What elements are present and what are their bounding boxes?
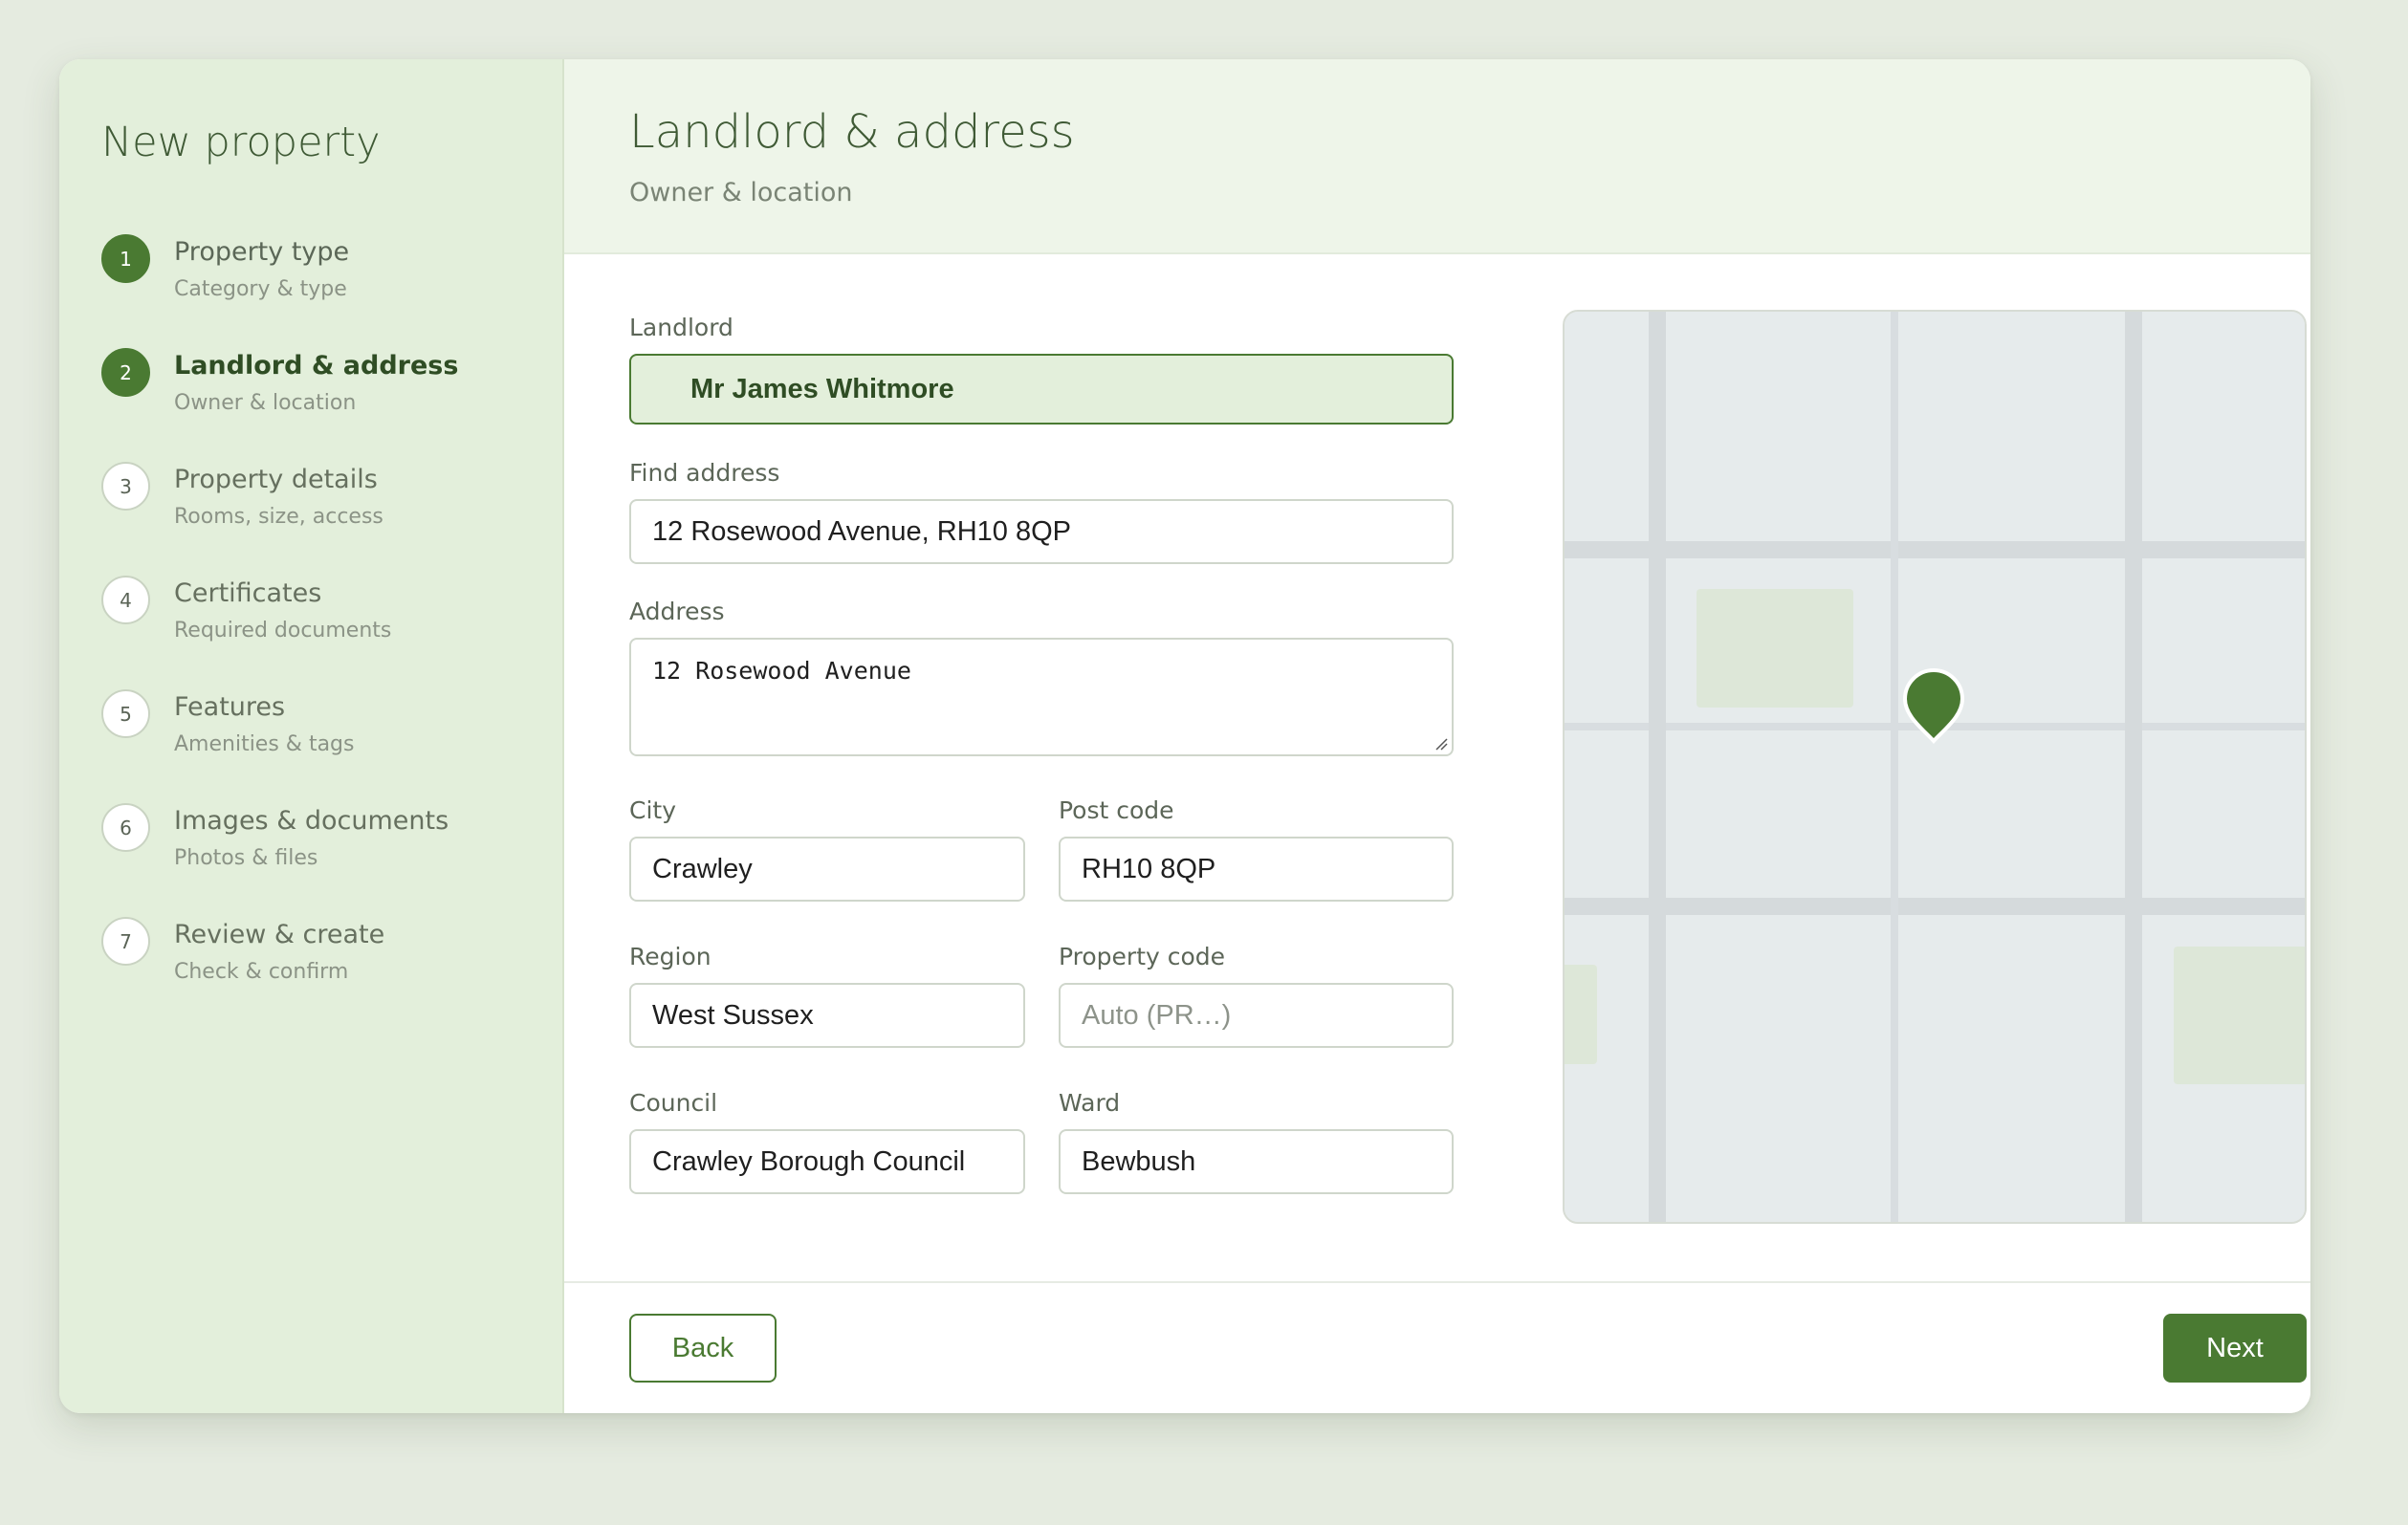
step-title: Property type bbox=[174, 237, 350, 267]
landlord-select[interactable]: Mr James Whitmore bbox=[629, 354, 1454, 425]
region-label: Region bbox=[629, 943, 711, 970]
step-title: Landlord & address bbox=[174, 351, 459, 381]
step-title: Features bbox=[174, 692, 286, 722]
step-features[interactable]: 5 Features Amenities & tags bbox=[101, 688, 551, 784]
map-park bbox=[1697, 589, 1853, 708]
find-address-label: Find address bbox=[629, 459, 780, 487]
address-text: 12 Rosewood Avenue bbox=[652, 657, 911, 685]
page-header: Landlord & address Owner & location bbox=[564, 59, 2310, 254]
step-number: 3 bbox=[101, 462, 150, 511]
step-number: 1 bbox=[101, 234, 150, 283]
step-title: Images & documents bbox=[174, 806, 449, 836]
page-subtitle: Owner & location bbox=[629, 178, 853, 207]
step-property-type[interactable]: 1 Property type Category & type bbox=[101, 233, 551, 329]
step-subtitle: Photos & files bbox=[174, 846, 318, 870]
landlord-label: Landlord bbox=[629, 314, 733, 341]
map-road bbox=[1565, 898, 2305, 915]
property-code-label: Property code bbox=[1059, 943, 1226, 970]
find-address-input[interactable]: 12 Rosewood Avenue, RH10 8QP bbox=[629, 499, 1454, 564]
main-panel: Landlord & address Owner & location Land… bbox=[564, 59, 2310, 1413]
step-property-details[interactable]: 3 Property details Rooms, size, access bbox=[101, 461, 551, 556]
address-textarea[interactable]: 12 Rosewood Avenue bbox=[629, 638, 1454, 756]
map-road bbox=[2125, 312, 2142, 1222]
step-subtitle: Required documents bbox=[174, 619, 392, 643]
step-number: 6 bbox=[101, 803, 150, 852]
step-subtitle: Category & type bbox=[174, 277, 347, 301]
step-subtitle: Rooms, size, access bbox=[174, 505, 383, 529]
map-road bbox=[1649, 312, 1666, 1222]
address-label: Address bbox=[629, 598, 725, 625]
ward-label: Ward bbox=[1059, 1089, 1121, 1117]
council-label: Council bbox=[629, 1089, 718, 1117]
step-title: Review & create bbox=[174, 920, 385, 949]
next-button[interactable]: Next bbox=[2163, 1314, 2307, 1383]
post-code-input[interactable]: RH10 8QP bbox=[1059, 837, 1454, 902]
map-park bbox=[2174, 947, 2305, 1084]
step-title: Property details bbox=[174, 465, 378, 494]
sidebar-title: New property bbox=[101, 119, 381, 166]
step-landlord-address[interactable]: 2 Landlord & address Owner & location bbox=[101, 347, 551, 443]
city-input[interactable]: Crawley bbox=[629, 837, 1025, 902]
map-road bbox=[1565, 541, 2305, 558]
map-park bbox=[1565, 965, 1597, 1064]
resize-grip-icon[interactable] bbox=[1434, 737, 1448, 751]
ward-input[interactable]: Bewbush bbox=[1059, 1129, 1454, 1194]
wizard-card: New property 1 Property type Category & … bbox=[59, 59, 2310, 1413]
region-input[interactable]: West Sussex bbox=[629, 983, 1025, 1048]
post-code-label: Post code bbox=[1059, 796, 1174, 824]
wizard-footer: Back Next bbox=[564, 1281, 2310, 1413]
wizard-sidebar: New property 1 Property type Category & … bbox=[59, 59, 564, 1413]
step-certificates[interactable]: 4 Certificates Required documents bbox=[101, 575, 551, 670]
step-images-documents[interactable]: 6 Images & documents Photos & files bbox=[101, 802, 551, 898]
council-input[interactable]: Crawley Borough Council bbox=[629, 1129, 1025, 1194]
step-review-create[interactable]: 7 Review & create Check & confirm bbox=[101, 916, 551, 1012]
step-number: 4 bbox=[101, 576, 150, 624]
step-subtitle: Check & confirm bbox=[174, 960, 349, 984]
page-title: Landlord & address bbox=[629, 105, 1075, 159]
property-code-input[interactable]: Auto (PR…) bbox=[1059, 983, 1454, 1048]
location-map[interactable] bbox=[1563, 310, 2307, 1224]
step-subtitle: Owner & location bbox=[174, 391, 357, 415]
step-number: 2 bbox=[101, 348, 150, 397]
map-road bbox=[1891, 312, 1898, 1222]
back-button[interactable]: Back bbox=[629, 1314, 777, 1383]
step-number: 5 bbox=[101, 689, 150, 738]
step-number: 7 bbox=[101, 917, 150, 966]
step-subtitle: Amenities & tags bbox=[174, 732, 355, 756]
city-label: City bbox=[629, 796, 676, 824]
map-canvas bbox=[1565, 312, 2305, 1222]
step-title: Certificates bbox=[174, 578, 322, 608]
